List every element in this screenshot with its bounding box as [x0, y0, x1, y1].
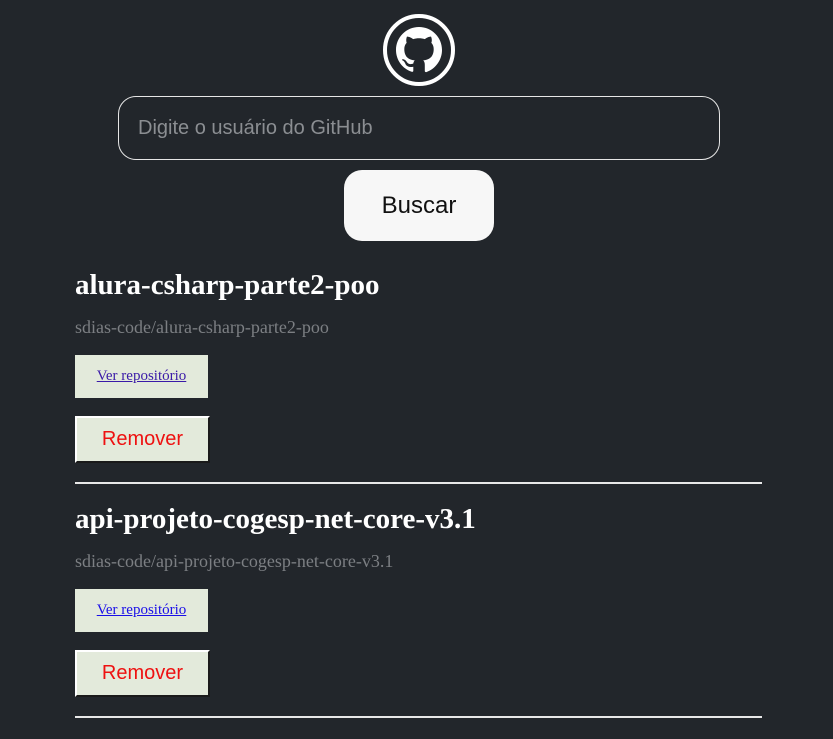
repository-name: api-projeto-cogesp-net-core-v3.1: [75, 503, 476, 535]
repository-item: alura-csharp-parte2-poo sdias-code/alura…: [75, 266, 762, 500]
github-octocat-icon: [383, 14, 455, 86]
divider: [75, 716, 762, 718]
search-button[interactable]: Buscar: [344, 170, 494, 241]
repository-full-name: sdias-code/api-projeto-cogesp-net-core-v…: [75, 551, 394, 571]
remove-repository-button[interactable]: Remover: [75, 416, 210, 463]
remove-repository-button[interactable]: Remover: [75, 650, 210, 697]
repository-name: alura-csharp-parte2-poo: [75, 269, 380, 301]
divider: [75, 482, 762, 484]
view-repository-box: Ver repositório: [75, 589, 208, 632]
view-repository-box: Ver repositório: [75, 355, 208, 398]
github-logo: [382, 13, 456, 87]
repository-list: alura-csharp-parte2-poo sdias-code/alura…: [75, 266, 762, 734]
repository-full-name: sdias-code/alura-csharp-parte2-poo: [75, 317, 329, 337]
repository-item: api-projeto-cogesp-net-core-v3.1 sdias-c…: [75, 500, 762, 734]
view-repository-link[interactable]: Ver repositório: [97, 368, 187, 385]
view-repository-link[interactable]: Ver repositório: [97, 602, 187, 619]
github-user-search-input[interactable]: [118, 96, 720, 160]
